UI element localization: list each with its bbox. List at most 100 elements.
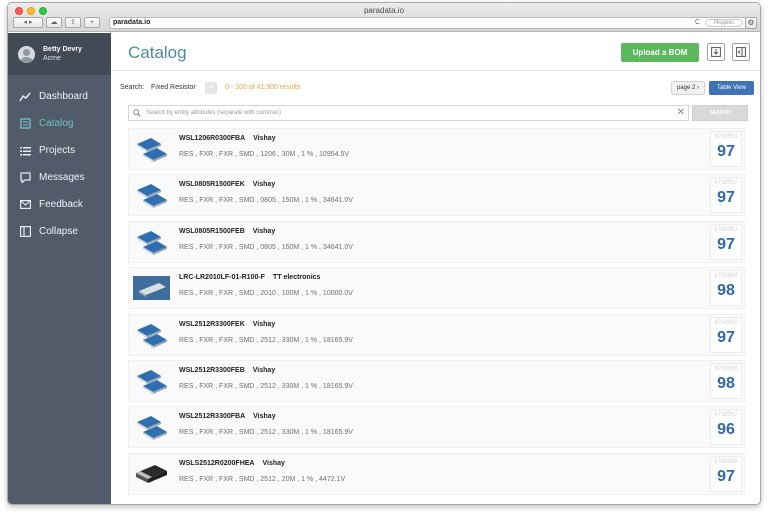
user-org: Acme — [43, 55, 61, 62]
score-badge: 6758955 97 — [710, 316, 742, 353]
table-view-button[interactable]: Table View — [709, 81, 754, 95]
search-summary: Search: Fixed Resistor × 0 - 100 of 41,9… — [120, 81, 754, 95]
sidebar-item-collapse[interactable]: Collapse — [8, 218, 111, 245]
score-badge: 6758953 97 — [710, 223, 742, 260]
upload-bom-button[interactable]: Upload a BOM — [621, 43, 699, 62]
part-id: 6758953 — [714, 226, 738, 233]
clear-icon[interactable]: ✕ — [677, 106, 685, 120]
part-number: WSL0805R1500FEK — [179, 181, 245, 189]
part-id: 6758956 — [714, 365, 738, 372]
sidebar-item-label: Projects — [39, 145, 76, 156]
match-score: 97 — [717, 143, 735, 160]
url-text: paradata.io — [113, 19, 151, 26]
new-tab-button[interactable]: + — [84, 17, 100, 28]
parts-list: WSL1206R0300FBA Vishay RES , FXR , FXR , S… — [128, 128, 745, 499]
next-page-button[interactable]: page 2 › — [671, 81, 705, 95]
remove-term-button[interactable]: × — [205, 82, 217, 94]
sidebar-nav: Dashboard Catalog Projects Messages Feed… — [8, 83, 111, 245]
part-title[interactable]: WSLS2512R0200FHEA Vishay — [179, 460, 285, 467]
collapse-panel-icon — [19, 226, 31, 238]
part-id: 6758954 — [714, 273, 738, 280]
catalog-book-icon — [19, 118, 31, 130]
part-id: 6758957 — [714, 412, 738, 419]
match-score: 98 — [717, 282, 735, 300]
search-label: Search: — [120, 84, 145, 91]
sidebar-item-catalog[interactable]: Catalog — [8, 110, 111, 137]
part-thumbnail — [133, 459, 170, 489]
part-title[interactable]: WSL2512R3300FBA Vishay — [179, 413, 276, 420]
part-title[interactable]: WSL2512R3300FEB Vishay — [179, 367, 275, 374]
reload-icon[interactable]: C — [695, 18, 700, 28]
match-score: 97 — [717, 328, 735, 346]
part-title[interactable]: WSL1206R0300FBA Vishay — [179, 135, 276, 142]
part-thumbnail — [133, 134, 170, 164]
app-root: Betty Devry Acme Dashboard Catalog Proje… — [8, 33, 760, 504]
part-number: WSL2512R3300FEB — [179, 366, 245, 374]
part-attributes: RES , FXR , FXR , SMD , 0805 , 150M , 1 … — [179, 197, 353, 205]
part-id: 6758951 — [714, 134, 738, 140]
sidebar-item-projects[interactable]: Projects — [8, 137, 111, 164]
import-icon[interactable] — [707, 43, 725, 61]
sidebar-item-label: Feedback — [39, 199, 83, 210]
part-thumbnail — [133, 412, 170, 442]
list-item[interactable]: LRC-LR2010LF-01-R100-F TT electronics RES … — [128, 267, 745, 310]
part-thumbnail — [133, 320, 170, 350]
list-item[interactable]: WSLS2512R0200FHEA Vishay RES , FXR , FXR ,… — [128, 452, 745, 495]
sidebar-item-label: Collapse — [39, 226, 78, 237]
sidebar-item-dashboard[interactable]: Dashboard — [8, 83, 111, 110]
search-button[interactable]: SEARCH — [692, 105, 748, 121]
list-item[interactable]: WSL2512R3300FEK Vishay RES , FXR , FXR , S… — [128, 313, 745, 356]
gear-icon[interactable]: ⚙ — [745, 17, 757, 29]
match-score: 96 — [717, 421, 735, 439]
browser-titlebar: paradata.io ◂ ▸ ☁ ⇪ + paradata.io C Янде… — [8, 3, 760, 32]
part-id: 6758957 — [714, 180, 738, 187]
attribute-search-input[interactable]: Search by entity attributes (separate wi… — [128, 105, 689, 121]
sidebar-item-label: Dashboard — [39, 91, 88, 102]
manufacturer: Vishay — [252, 227, 276, 235]
user-block[interactable]: Betty Devry Acme — [8, 33, 111, 75]
score-badge: 6758951 97 — [710, 131, 742, 167]
list-item[interactable]: WSL0805R1500FEK Vishay RES , FXR , FXR , S… — [128, 174, 745, 217]
part-number: WSL2512R3300FBA — [179, 413, 246, 421]
sidebar: Betty Devry Acme Dashboard Catalog Proje… — [8, 33, 111, 504]
part-id: 6758958 — [714, 458, 738, 465]
part-title[interactable]: WSL0805R1500FEB Vishay — [179, 228, 275, 235]
window-title: paradata.io — [363, 6, 405, 15]
sidebar-item-messages[interactable]: Messages — [8, 164, 111, 191]
part-title[interactable]: LRC-LR2010LF-01-R100-F TT electronics — [179, 274, 320, 281]
share-icon[interactable]: ⇪ — [65, 17, 81, 28]
results-count: 0 - 100 of 41,900 results — [225, 84, 301, 91]
score-badge: 6758957 96 — [710, 409, 742, 446]
part-title[interactable]: WSL0805R1500FEK Vishay — [179, 181, 275, 188]
match-score: 98 — [717, 374, 735, 392]
part-attributes: RES , FXR , FXR , SMD , 1206 , 30M , 1 %… — [179, 151, 350, 158]
page-title: Catalog — [128, 43, 187, 62]
part-attributes: RES , FXR , FXR , SMD , 2512 , 330M , 1 … — [179, 382, 353, 390]
search-term: Fixed Resistor — [151, 84, 196, 91]
score-badge: 6758958 97 — [710, 455, 742, 492]
score-badge: 6758957 97 — [710, 177, 742, 214]
part-number: WSL2512R3300FEK — [179, 320, 245, 328]
part-attributes: RES , FXR , FXR , SMD , 2512 , 330M , 1 … — [179, 336, 353, 344]
list-item[interactable]: WSL1206R0300FBA Vishay RES , FXR , FXR , S… — [128, 128, 745, 170]
part-title[interactable]: WSL2512R3300FEK Vishay — [179, 321, 275, 328]
list-item[interactable]: WSL2512R3300FBA Vishay RES , FXR , FXR , S… — [128, 406, 745, 449]
list-item[interactable]: WSL2512R3300FEB Vishay RES , FXR , FXR , S… — [128, 359, 745, 402]
part-thumbnail — [133, 366, 170, 396]
part-number: WSL1206R0300FBA — [179, 135, 246, 142]
list-item[interactable]: WSL0805R1500FEB Vishay RES , FXR , FXR , S… — [128, 220, 745, 263]
sidebar-item-feedback[interactable]: Feedback — [8, 191, 111, 218]
manufacturer: TT electronics — [272, 274, 321, 282]
search-icon — [133, 109, 141, 123]
back-forward-button[interactable]: ◂ ▸ — [13, 17, 43, 28]
part-id: 6758955 — [714, 319, 738, 326]
address-bar[interactable]: paradata.io C Яндекс — [109, 17, 747, 29]
side-panel-icon[interactable] — [732, 43, 750, 61]
part-number: WSL0805R1500FEB — [179, 227, 245, 235]
score-badge: 6758954 98 — [710, 270, 742, 307]
list-icon — [19, 145, 31, 157]
browser-search-field[interactable]: Яндекс — [705, 19, 743, 27]
envelope-icon — [19, 199, 31, 211]
icloud-icon[interactable]: ☁ — [46, 17, 62, 28]
part-attributes: RES , FXR , FXR , SMD , 2010 , 100M , 1 … — [179, 290, 353, 298]
